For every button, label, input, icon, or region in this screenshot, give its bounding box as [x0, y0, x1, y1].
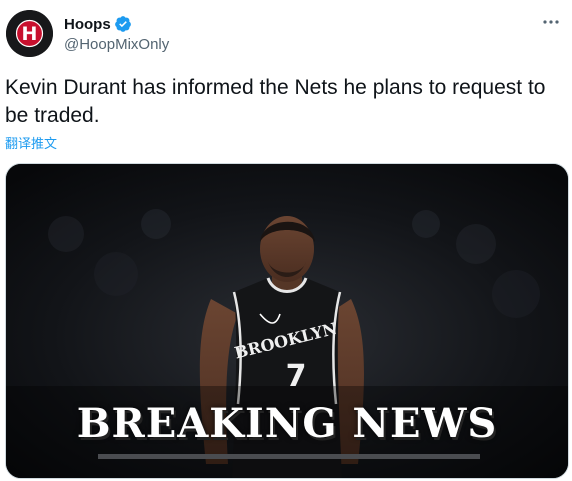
tweet-text: Kevin Durant has informed the Nets he pl…	[5, 76, 546, 127]
breaking-news-underline	[98, 454, 480, 459]
verified-badge-icon	[114, 15, 132, 33]
hoops-logo-icon: H	[6, 10, 53, 57]
user-info: Hoops @HoopMixOnly	[64, 14, 169, 54]
display-name[interactable]: Hoops	[64, 16, 111, 33]
tweet-header: H Hoops @HoopMixOnly	[6, 10, 566, 60]
display-name-row: Hoops	[64, 14, 169, 34]
user-handle[interactable]: @HoopMixOnly	[64, 36, 169, 53]
more-options-icon[interactable]	[540, 12, 562, 32]
tweet-card: H Hoops @HoopMixOnly Kevin Durant has in…	[0, 0, 572, 481]
breaking-news-overlay: BREAKING NEWS	[76, 400, 498, 447]
avatar[interactable]: H	[6, 10, 53, 57]
translate-tweet-link[interactable]: 翻译推文	[5, 133, 57, 152]
avatar-letter: H	[22, 23, 38, 45]
tweet-media-image[interactable]: BROOKLYN 7 BREAKING NEWS	[5, 163, 569, 479]
